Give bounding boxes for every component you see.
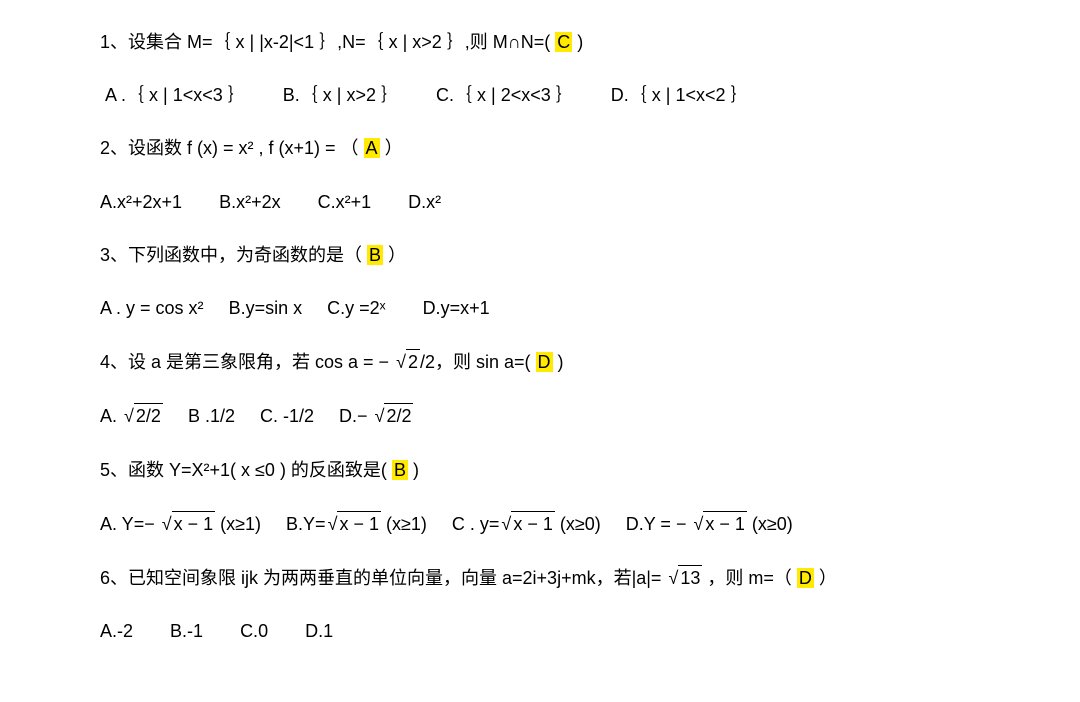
sqrt-icon: x − 1	[691, 511, 746, 537]
question-6: 6、已知空间象限 ijk 为两两垂直的单位向量，向量 a=2i+3j+mk，若|…	[100, 565, 980, 591]
q4-option-c: C. -1/2	[260, 406, 314, 426]
q4-sqrt-arg: 2	[406, 349, 420, 375]
q3-options: A . y = cos x² B.y=sin x C.y =2ˣ D.y=x+1	[100, 296, 980, 321]
q5-answer-highlight: B	[392, 460, 408, 480]
q3-answer-highlight: B	[367, 245, 383, 265]
q2-option-a: A.x²+2x+1	[100, 192, 182, 212]
q3-option-d: D.y=x+1	[423, 298, 490, 318]
q4-answer-highlight: D	[536, 352, 553, 372]
q5-option-b-arg: x − 1	[337, 511, 381, 537]
q1-option-d: D.｛ x | 1<x<2 ｝	[611, 85, 749, 105]
q5-option-d-arg: x − 1	[703, 511, 747, 537]
question-4: 4、设 a 是第三象限角，若 cos a = − 2/2，则 sin a=( D…	[100, 349, 980, 375]
q1-option-a: A .｛ x | 1<x<3 ｝	[105, 85, 246, 105]
q5-stem-b: )	[408, 460, 419, 480]
q5-option-c-post: (x≥0)	[555, 514, 601, 534]
q5-option-d-pre: D.Y = −	[626, 514, 692, 534]
q4-stem-a: 4、设 a 是第三象限角，若 cos a = −	[100, 352, 394, 372]
question-5: 5、函数 Y=X²+1( x ≤0 ) 的反函致是( B )	[100, 458, 980, 483]
q3-option-b: B.y=sin x	[229, 298, 303, 318]
q6-option-c: C.0	[240, 621, 268, 641]
question-1: 1、设集合 M=｛ x | |x-2|<1 ｝,N=｛ x | x>2 ｝,则 …	[100, 30, 980, 55]
sqrt-icon: x − 1	[499, 511, 554, 537]
q5-option-b-pre: B.Y=	[286, 514, 326, 534]
q1-stem-a: 1、设集合 M=｛ x | |x-2|<1 ｝,N=｛ x | x>2 ｝,则 …	[100, 32, 555, 52]
sqrt-icon: 2/2	[122, 403, 163, 429]
q3-option-a: A . y = cos x²	[100, 298, 204, 318]
q4-option-a-arg: 2/2	[134, 403, 163, 429]
q5-option-c-arg: x − 1	[511, 511, 555, 537]
q6-option-d: D.1	[305, 621, 333, 641]
q2-option-c: C.x²+1	[318, 192, 372, 212]
q6-stem-b: ，则 m=（	[702, 568, 797, 588]
q3-stem-a: 3、下列函数中，为奇函数的是（	[100, 245, 367, 265]
question-2: 2、设函数 f (x) = x² , f (x+1) = （ A ）	[100, 136, 980, 161]
q6-sqrt-arg: 13	[678, 565, 702, 591]
q1-answer-highlight: C	[555, 32, 572, 52]
q5-option-a-post: (x≥1)	[215, 514, 261, 534]
q1-stem-b: )	[572, 32, 583, 52]
q5-stem-a: 5、函数 Y=X²+1( x ≤0 ) 的反函致是(	[100, 460, 392, 480]
q6-stem-c: ）	[814, 568, 837, 588]
q4-option-d-pre: D.−	[339, 406, 373, 426]
q2-option-d: D.x²	[408, 192, 441, 212]
question-3: 3、下列函数中，为奇函数的是（ B ）	[100, 243, 980, 268]
q1-option-b: B.｛ x | x>2 ｝	[283, 85, 399, 105]
q5-option-a-arg: x − 1	[172, 511, 216, 537]
sqrt-icon: 2	[394, 349, 420, 375]
q5-option-a-pre: A. Y=−	[100, 514, 160, 534]
q4-option-a-pre: A.	[100, 406, 122, 426]
q5-options: A. Y=− x − 1 (x≥1) B.Y= x − 1 (x≥1) C . y…	[100, 511, 980, 537]
sqrt-icon: 2/2	[373, 403, 414, 429]
q6-options: A.-2 B.-1 C.0 D.1	[100, 619, 980, 644]
q4-stem-c: )	[553, 352, 564, 372]
sqrt-icon: x − 1	[160, 511, 215, 537]
q2-option-b: B.x²+2x	[219, 192, 281, 212]
q4-stem-b: /2，则 sin a=(	[420, 352, 536, 372]
q1-option-c: C.｛ x | 2<x<3 ｝	[436, 85, 574, 105]
q5-option-d-post: (x≥0)	[747, 514, 793, 534]
q6-answer-highlight: D	[797, 568, 814, 588]
q1-options: A .｛ x | 1<x<3 ｝ B.｛ x | x>2 ｝ C.｛ x | 2…	[100, 83, 980, 108]
q4-options: A. 2/2 B .1/2 C. -1/2 D.− 2/2	[100, 403, 980, 429]
q5-option-b-post: (x≥1)	[381, 514, 427, 534]
q4-option-b: B .1/2	[188, 406, 235, 426]
sqrt-icon: 13	[666, 565, 702, 591]
q6-option-a: A.-2	[100, 621, 133, 641]
q5-option-c-pre: C . y=	[452, 514, 500, 534]
q2-options: A.x²+2x+1 B.x²+2x C.x²+1 D.x²	[100, 190, 980, 215]
q6-stem-a: 6、已知空间象限 ijk 为两两垂直的单位向量，向量 a=2i+3j+mk，若|…	[100, 568, 666, 588]
q4-option-d-arg: 2/2	[384, 403, 413, 429]
q6-option-b: B.-1	[170, 621, 203, 641]
q3-stem-b: ）	[383, 245, 406, 265]
q2-stem-b: ）	[380, 138, 403, 158]
q2-stem-a: 2、设函数 f (x) = x² , f (x+1) = （	[100, 138, 364, 158]
q3-option-c: C.y =2ˣ	[327, 298, 385, 318]
q2-answer-highlight: A	[364, 138, 380, 158]
sqrt-icon: x − 1	[326, 511, 381, 537]
